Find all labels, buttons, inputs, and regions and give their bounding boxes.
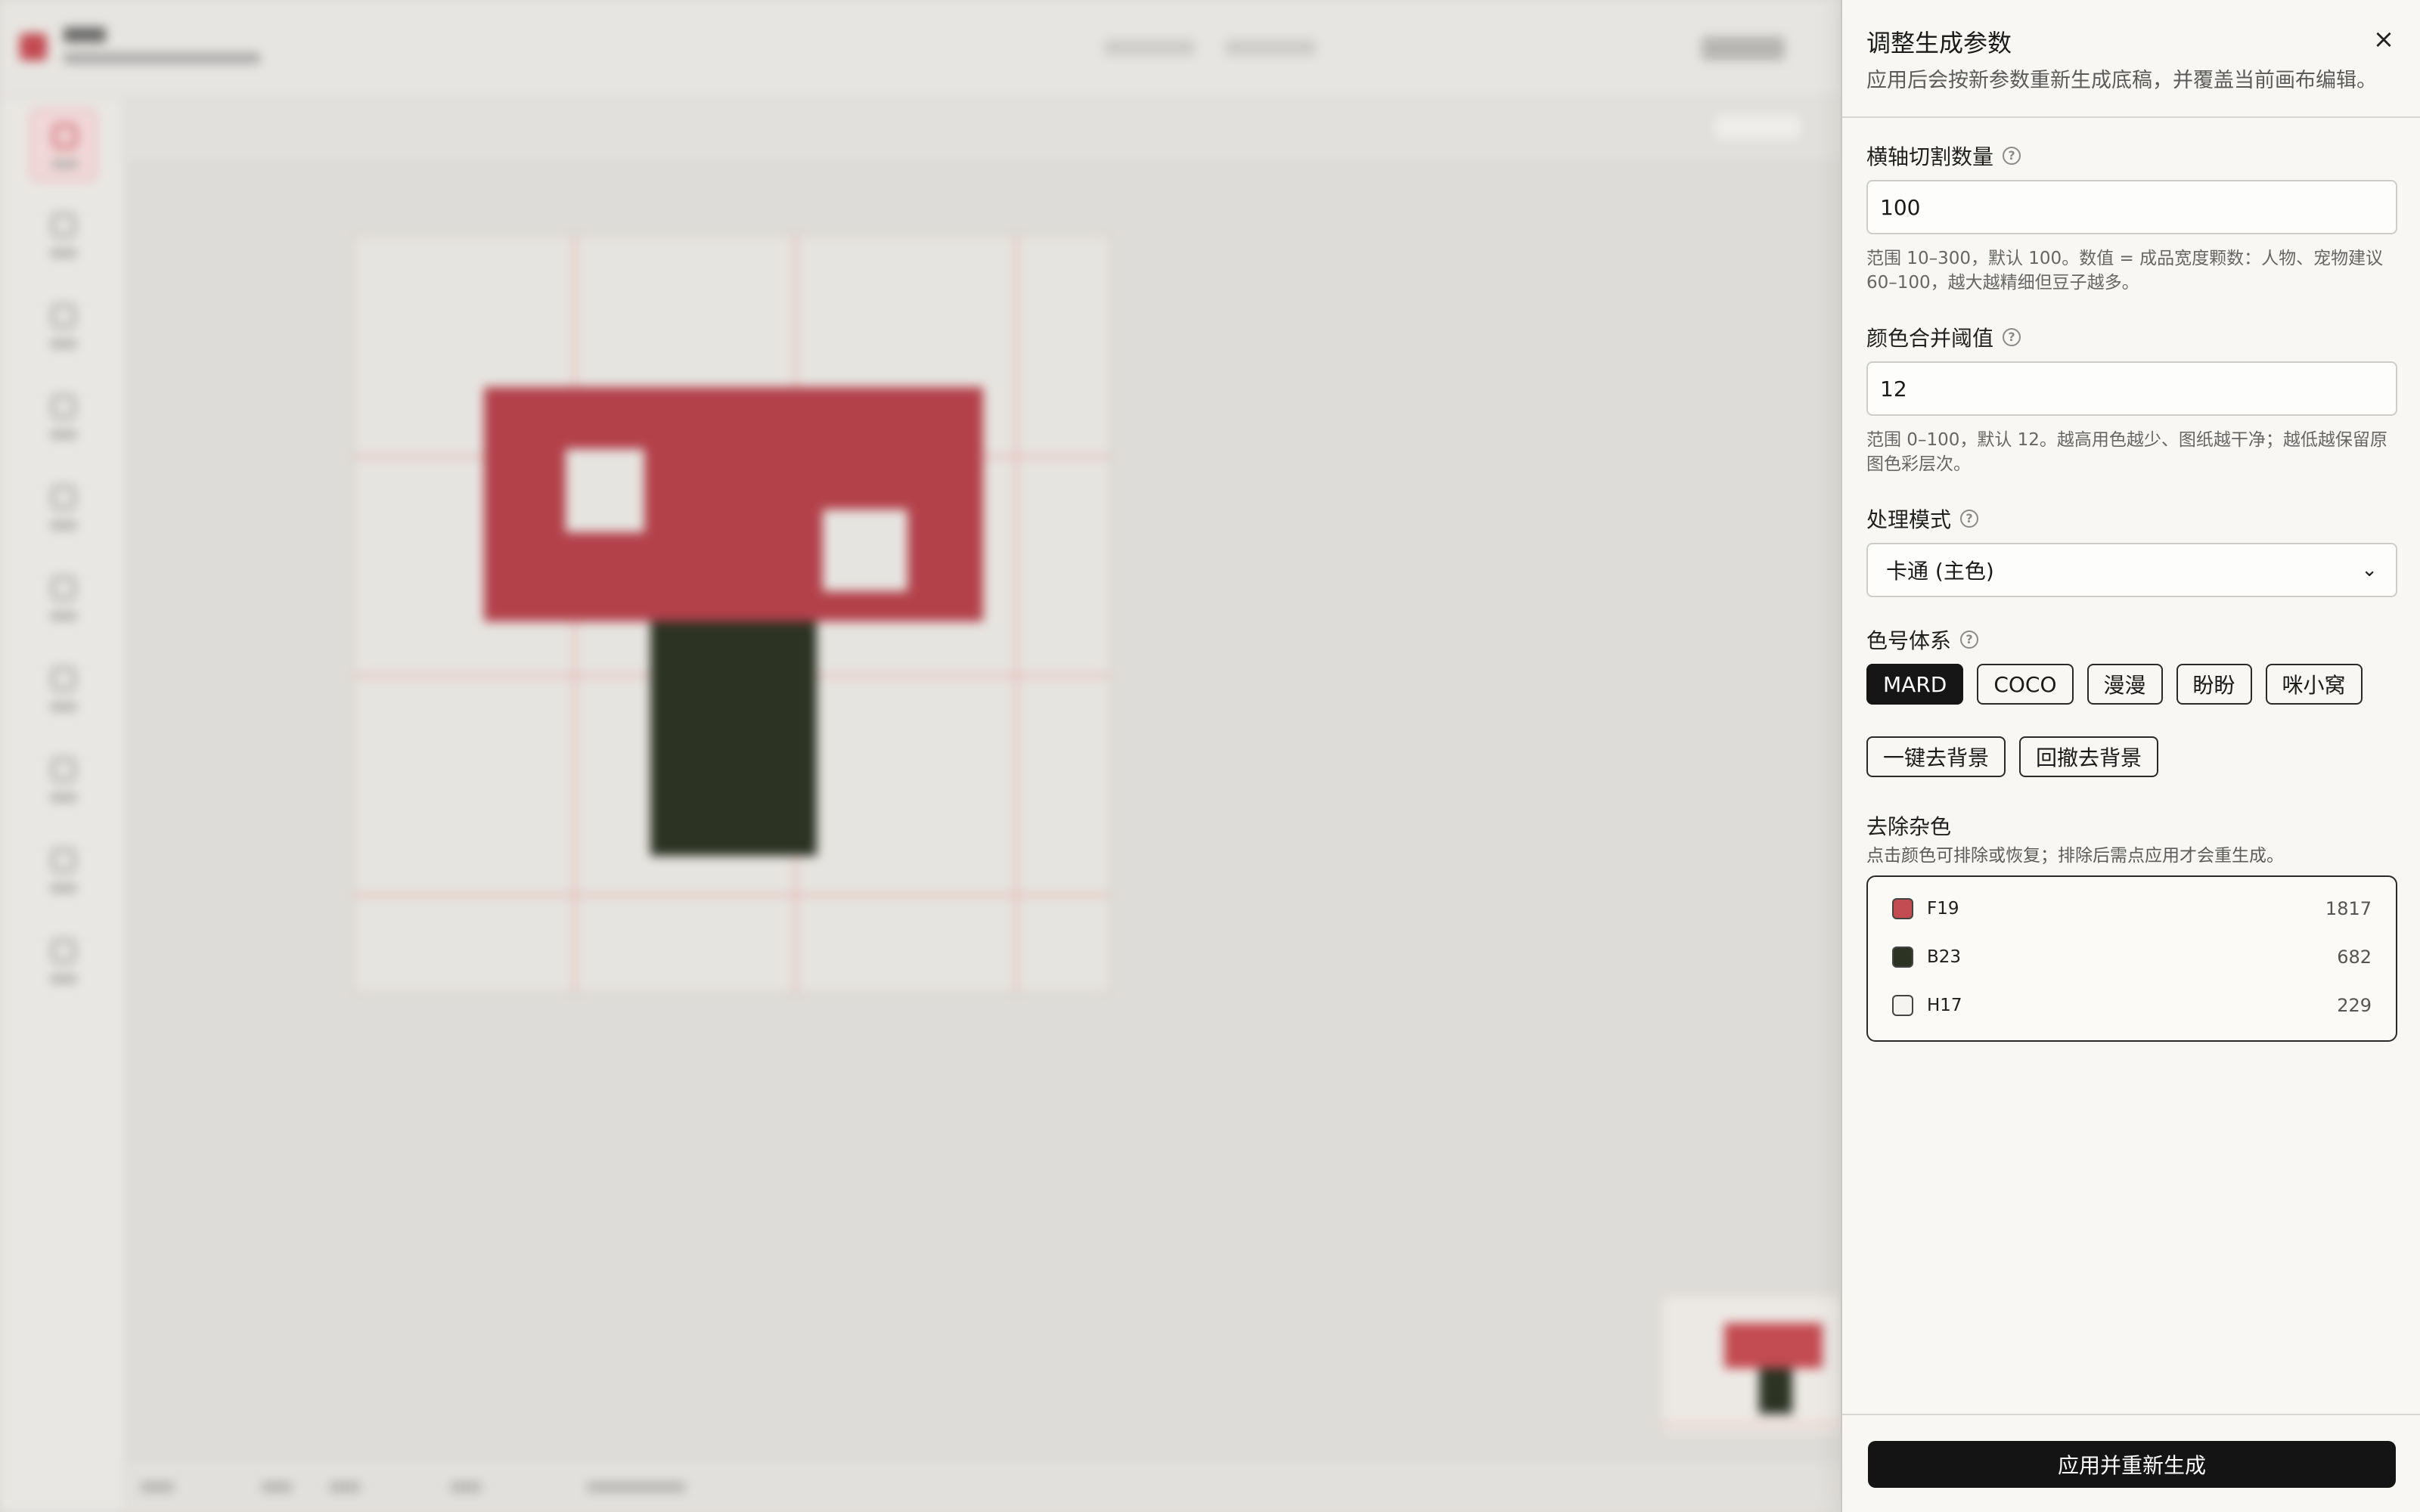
tool-eraser	[30, 290, 97, 363]
drawer-title: 调整生成参数	[1866, 29, 2012, 57]
palette-option-coco[interactable]: COCO	[1977, 664, 2074, 705]
color-swatch	[1892, 947, 1913, 968]
tool-sidebar	[0, 98, 126, 1512]
tool-circle	[30, 744, 97, 816]
drawer-footer: 应用并重新生成	[1842, 1414, 2420, 1512]
remove-background-button[interactable]: 一键去背景	[1866, 736, 2006, 777]
merge-threshold-label: 颜色合并阈值 ?	[1866, 322, 2021, 352]
canvas-toolbar-button	[1712, 112, 1803, 142]
palette-options: MARD COCO 漫漫 盼盼 咪小窝	[1866, 664, 2363, 705]
app-title	[64, 27, 106, 42]
mushroom-stem	[650, 621, 817, 856]
pixel-canvas	[352, 234, 1112, 993]
help-icon[interactable]: ?	[1960, 631, 1979, 649]
help-icon[interactable]: ?	[1960, 510, 1979, 528]
tool-fill	[30, 835, 97, 907]
palette-label-text: 色号体系	[1866, 628, 1952, 653]
palette-option-panpan[interactable]: 盼盼	[2176, 664, 2252, 705]
app-logo	[20, 33, 47, 60]
header-action-button	[1702, 36, 1785, 60]
color-code: H17	[1927, 996, 1962, 1015]
color-count: 682	[2337, 947, 2372, 968]
redo-button	[1225, 39, 1316, 56]
color-count: 229	[2337, 995, 2372, 1016]
params-drawer: 调整生成参数 应用后会按新参数重新生成底稿，并覆盖当前画布编辑。 × 横轴切割数…	[1841, 0, 2420, 1512]
color-list: F19 1817 B23 682 H17 229	[1866, 875, 2397, 1042]
color-code: F19	[1927, 899, 1959, 919]
noise-removal-subtitle: 点击颜色可排除或恢复；排除后需点应用才会重生成。	[1866, 846, 2284, 866]
color-code: B23	[1927, 947, 1962, 967]
mode-label: 处理模式 ?	[1866, 503, 1979, 534]
palette-option-mixiaowo[interactable]: 咪小窝	[2265, 664, 2363, 705]
status-bar	[126, 1459, 1841, 1512]
palette-option-manman[interactable]: 漫漫	[2086, 664, 2163, 705]
grid-count-hint: 范围 10–300，默认 100。数值 = 成品宽度颗数：人物、宠物建议 60–…	[1866, 249, 2384, 293]
background-actions: 一键去背景 回撤去背景	[1866, 736, 2159, 777]
tool-line	[30, 562, 97, 635]
undo-remove-background-button[interactable]: 回撤去背景	[2019, 736, 2159, 777]
color-swatch	[1892, 898, 1913, 919]
undo-button	[1104, 39, 1195, 56]
drawer-header: 调整生成参数 应用后会按新参数重新生成底稿，并覆盖当前画布编辑。 ×	[1842, 0, 2420, 118]
color-row[interactable]: B23 682	[1868, 933, 2396, 981]
help-icon[interactable]: ?	[2003, 328, 2021, 346]
grid-count-label-text: 横轴切割数量	[1866, 144, 1994, 169]
tool-picker	[30, 381, 97, 454]
app-header	[0, 0, 1841, 98]
palette-label: 色号体系 ?	[1866, 624, 1979, 655]
color-count: 1817	[2325, 898, 2372, 919]
tool-zoom	[30, 472, 97, 544]
mode-select[interactable]: 卡通 (主色) ⌄	[1866, 543, 2397, 597]
color-row[interactable]: H17 229	[1868, 981, 2396, 1030]
mushroom-cap	[484, 387, 983, 621]
mode-label-text: 处理模式	[1866, 507, 1952, 532]
tool-rect	[30, 653, 97, 726]
mode-select-value: 卡通 (主色)	[1886, 559, 1994, 584]
close-icon[interactable]: ×	[2367, 23, 2400, 56]
color-swatch	[1892, 995, 1913, 1016]
noise-removal-title: 去除杂色	[1866, 814, 1952, 839]
apply-regenerate-button[interactable]: 应用并重新生成	[1868, 1441, 2396, 1488]
merge-threshold-input[interactable]	[1866, 361, 2397, 416]
mushroom-spot	[566, 449, 644, 532]
palette-option-mard[interactable]: MARD	[1866, 664, 1964, 705]
tool-pencil	[30, 200, 97, 272]
tool-active	[30, 109, 97, 181]
grid-count-label: 横轴切割数量 ?	[1866, 141, 2021, 171]
color-row[interactable]: F19 1817	[1868, 885, 2396, 933]
background-app	[0, 0, 1841, 1512]
chevron-down-icon: ⌄	[2361, 559, 2378, 581]
tool-stamp	[30, 925, 97, 998]
grid-count-input[interactable]	[1866, 180, 2397, 234]
help-icon[interactable]: ?	[2003, 147, 2021, 165]
canvas-toolbar	[126, 98, 1841, 163]
minimap	[1661, 1294, 1841, 1435]
mushroom-spot	[823, 510, 908, 591]
merge-threshold-hint: 范围 0–100，默认 12。越高用色越少、图纸越干净；越低越保留原图色彩层次。	[1866, 430, 2387, 474]
app-subtitle	[64, 53, 260, 64]
drawer-description: 应用后会按新参数重新生成底稿，并覆盖当前画布编辑。	[1866, 69, 2377, 92]
merge-threshold-label-text: 颜色合并阈值	[1866, 326, 1994, 351]
